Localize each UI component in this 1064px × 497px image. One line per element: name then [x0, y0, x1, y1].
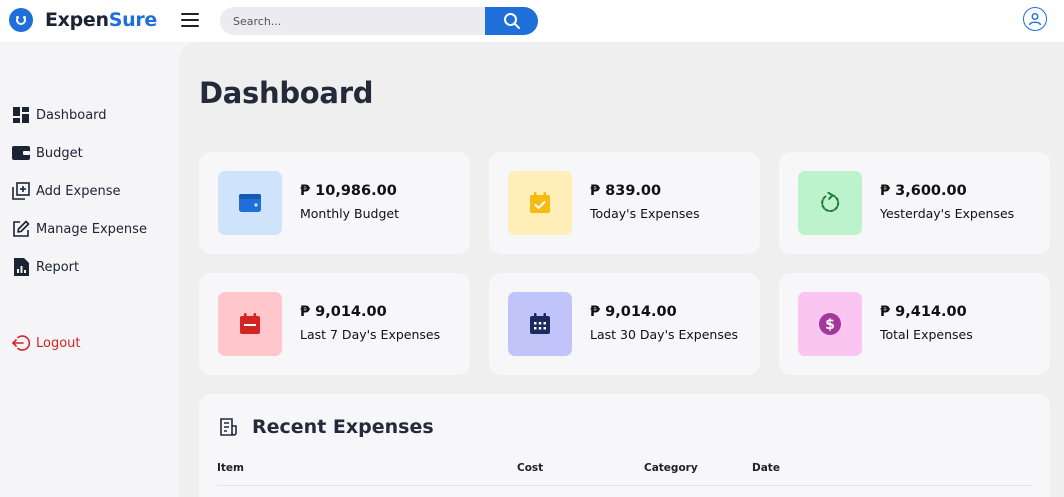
top-bar: ExpenSure	[0, 0, 1064, 42]
card-amount: ₱ 3,600.00	[880, 183, 967, 199]
user-icon	[1028, 13, 1042, 26]
search-button[interactable]	[485, 7, 538, 35]
column-header-item[interactable]: Item	[217, 462, 244, 474]
sidebar-item-label: Budget	[36, 145, 83, 161]
search-input[interactable]	[220, 7, 490, 35]
card-yesterdays-expenses[interactable]: ₱ 3,600.00 Yesterday's Expenses	[779, 152, 1050, 254]
logout-button[interactable]: Logout	[12, 334, 81, 352]
search-icon	[503, 13, 520, 29]
column-header-date[interactable]: Date	[752, 462, 780, 474]
dollar-coin-icon: $	[798, 292, 862, 356]
search-bar	[220, 7, 538, 35]
card-last-30-days[interactable]: ₱ 9,014.00 Last 30 Day's Expenses	[489, 273, 760, 375]
wallet-icon	[218, 171, 282, 235]
add-square-icon	[12, 182, 30, 200]
card-amount: ₱ 9,014.00	[590, 304, 677, 320]
card-amount: ₱ 839.00	[590, 183, 662, 199]
card-label: Monthly Budget	[300, 206, 399, 221]
card-amount: ₱ 9,414.00	[880, 304, 967, 320]
card-last-7-days[interactable]: ₱ 9,014.00 Last 7 Day's Expenses	[199, 273, 470, 375]
profile-button[interactable]	[1023, 7, 1047, 31]
menu-toggle-icon[interactable]	[181, 13, 199, 27]
calendar-icon	[218, 292, 282, 356]
sidebar-item-label: Report	[36, 259, 80, 275]
sidebar-item-budget[interactable]: Budget	[12, 144, 83, 162]
card-todays-expenses[interactable]: ₱ 839.00 Today's Expenses	[489, 152, 760, 254]
svg-text:$: $	[825, 317, 835, 333]
card-amount: ₱ 10,986.00	[300, 183, 397, 199]
sidebar-item-label: Dashboard	[36, 107, 107, 123]
smiley-logo-icon	[9, 8, 33, 32]
undo-arrow-icon	[798, 171, 862, 235]
recent-expenses-panel: Recent Expenses Item Cost Category Date	[199, 394, 1050, 497]
card-label: Total Expenses	[880, 327, 973, 342]
card-label: Last 30 Day's Expenses	[590, 327, 739, 342]
table-header-divider	[217, 485, 1032, 486]
logo[interactable]: ExpenSure	[9, 8, 157, 32]
sidebar-item-add-expense[interactable]: Add Expense	[12, 182, 120, 200]
receipt-icon	[219, 418, 237, 440]
dashboard-grid-icon	[12, 106, 30, 124]
card-label: Last 7 Day's Expenses	[300, 327, 441, 342]
main-content: Dashboard ₱ 10,986.00 Monthly Budget ₱ 8…	[179, 42, 1064, 497]
sidebar-item-report[interactable]: Report	[12, 258, 79, 276]
column-header-category[interactable]: Category	[644, 462, 698, 474]
wallet-icon	[12, 144, 30, 162]
card-label: Yesterday's Expenses	[880, 206, 1015, 221]
calendar-grid-icon	[508, 292, 572, 356]
sidebar: Dashboard Budget Add Expense Manage Expe…	[0, 42, 180, 497]
logout-icon	[12, 334, 30, 352]
card-label: Today's Expenses	[590, 206, 700, 221]
column-header-cost[interactable]: Cost	[517, 462, 543, 474]
report-chart-icon	[12, 258, 30, 276]
app-name: ExpenSure	[45, 9, 158, 31]
card-amount: ₱ 9,014.00	[300, 304, 387, 320]
card-total-expenses[interactable]: $ ₱ 9,414.00 Total Expenses	[779, 273, 1050, 375]
sidebar-item-dashboard[interactable]: Dashboard	[12, 106, 107, 124]
recent-expenses-title: Recent Expenses	[252, 416, 434, 438]
sidebar-item-label: Add Expense	[36, 183, 121, 199]
card-monthly-budget[interactable]: ₱ 10,986.00 Monthly Budget	[199, 152, 470, 254]
page-title: Dashboard	[199, 76, 374, 110]
sidebar-item-manage-expense[interactable]: Manage Expense	[12, 220, 147, 238]
calendar-check-icon	[508, 171, 572, 235]
sidebar-item-label: Manage Expense	[36, 221, 147, 237]
logout-label: Logout	[36, 335, 81, 351]
edit-icon	[12, 220, 30, 238]
